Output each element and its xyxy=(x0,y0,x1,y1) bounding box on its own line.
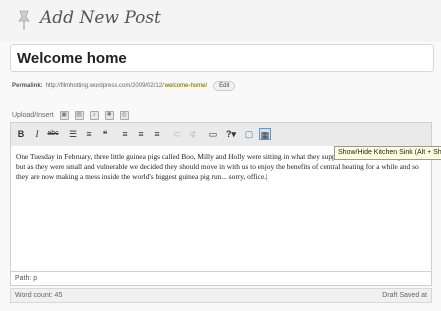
blockquote-icon[interactable]: ❝ xyxy=(99,128,111,140)
draft-saved-status: Draft Saved at xyxy=(382,292,427,299)
numbered-list-icon[interactable]: ≡ xyxy=(83,128,95,140)
pushpin-icon xyxy=(18,10,30,30)
strikethrough-icon[interactable]: abc xyxy=(47,128,59,140)
align-center-icon[interactable]: ≡ xyxy=(135,128,147,140)
permalink-url: http://filmhotting.wordpress.com/2009/02… xyxy=(45,83,164,89)
post-title-field[interactable] xyxy=(10,44,434,72)
media-icon[interactable]: ✱ xyxy=(104,110,114,120)
more-tag-icon[interactable]: ▭ xyxy=(207,128,219,140)
bullet-list-icon[interactable]: ☰ xyxy=(67,128,79,140)
align-left-icon[interactable]: ≡ xyxy=(119,128,131,140)
align-right-icon[interactable]: ≡ xyxy=(151,128,163,140)
page-header: Add New Post xyxy=(0,0,441,42)
upload-insert-bar: Upload/Insert ▣ ▤ ♪ ✱ ◎ xyxy=(12,109,135,121)
permalink-slug[interactable]: welcome-home/ xyxy=(163,83,209,89)
edit-permalink-button[interactable]: Edit xyxy=(213,81,236,91)
link-icon[interactable]: ⊂ xyxy=(171,128,183,140)
editor-path: Path: p xyxy=(10,272,432,286)
upload-insert-label: Upload/Insert xyxy=(12,111,54,119)
post-content-editor[interactable]: One Tuesday in February, three little gu… xyxy=(10,146,432,272)
page-title: Add New Post xyxy=(40,8,161,28)
spellcheck-icon[interactable]: ?▾ xyxy=(225,128,237,140)
kitchen-sink-icon[interactable]: ▦ xyxy=(259,128,271,140)
editor-toolbar: B I abc ☰ ≡ ❝ ≡ ≡ ≡ ⊂ ⊄ ▭ ?▾ ▢ ▦ xyxy=(10,122,432,146)
word-count: Word count: 45 xyxy=(15,292,63,299)
fullscreen-icon[interactable]: ▢ xyxy=(243,128,255,140)
bold-icon[interactable]: B xyxy=(15,128,27,140)
italic-icon[interactable]: I xyxy=(31,128,43,140)
permalink-row: Permalink: http://filmhotting.wordpress.… xyxy=(12,79,236,93)
permalink-label: Permalink: xyxy=(12,83,43,89)
video-icon[interactable]: ▤ xyxy=(74,110,84,120)
gallery-icon[interactable]: ◎ xyxy=(119,110,129,120)
music-icon[interactable]: ♪ xyxy=(89,110,99,120)
editor-statusbar: Word count: 45 Draft Saved at xyxy=(10,288,432,303)
kitchen-sink-tooltip: Show/Hide Kitchen Sink (Alt + Shift + Z) xyxy=(334,146,441,160)
post-title-input[interactable] xyxy=(11,45,433,71)
unlink-icon[interactable]: ⊄ xyxy=(187,128,199,140)
image-icon[interactable]: ▣ xyxy=(59,110,69,120)
